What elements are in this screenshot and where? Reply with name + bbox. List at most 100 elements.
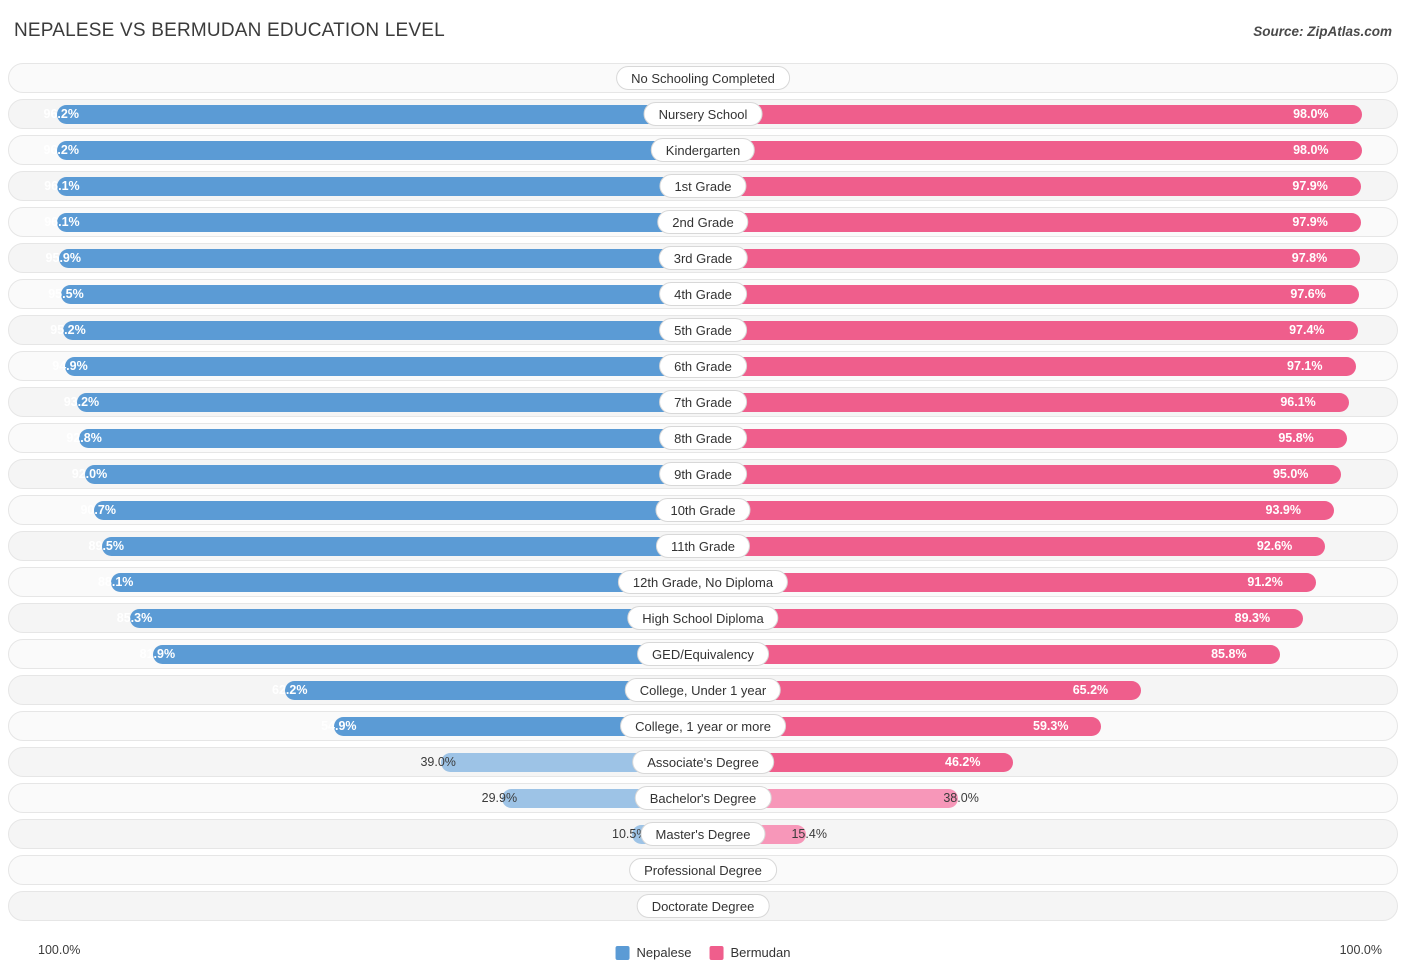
bar-nepalese bbox=[61, 285, 703, 304]
value-label-nepalese: 93.2% bbox=[63, 395, 100, 409]
bar-nepalese bbox=[65, 357, 703, 376]
chart-row: 3.8%2.1%No Schooling Completed bbox=[8, 60, 1398, 96]
value-label-nepalese: 89.5% bbox=[88, 539, 124, 553]
category-label: 8th Grade bbox=[659, 426, 747, 450]
page-title: NEPALESE VS BERMUDAN EDUCATION LEVEL bbox=[14, 20, 445, 41]
category-label: High School Diploma bbox=[627, 606, 779, 630]
category-label: Doctorate Degree bbox=[636, 894, 770, 918]
chart-row: 95.5% 97.6% 4th Grade bbox=[8, 276, 1398, 312]
legend-item-nepalese: Nepalese bbox=[615, 945, 692, 960]
value-label-bermudan: 91.2% bbox=[1247, 575, 1283, 589]
chart-row: 90.7% 93.9% 10th Grade bbox=[8, 492, 1398, 528]
value-label-bermudan: 97.9% bbox=[1292, 215, 1328, 229]
value-label-bermudan: 95.8% bbox=[1278, 431, 1314, 445]
value-label-bermudan: 15.4% bbox=[791, 827, 827, 841]
bar-nepalese bbox=[79, 429, 703, 448]
category-label: 10th Grade bbox=[655, 498, 751, 522]
value-label-nepalese: 92.0% bbox=[71, 467, 108, 481]
chart-footer: 100.0% Nepalese Bermudan 100.0% bbox=[0, 943, 1406, 967]
category-label: 2nd Grade bbox=[657, 210, 749, 234]
chart-row: 1.3%1.8%Doctorate Degree bbox=[8, 888, 1398, 924]
bar-bermudan bbox=[703, 249, 1361, 268]
bar-nepalese bbox=[57, 177, 703, 196]
chart-legend: Nepalese Bermudan bbox=[615, 945, 790, 960]
value-label-nepalese: 95.5% bbox=[48, 287, 84, 301]
category-label: Nursery School bbox=[643, 102, 763, 126]
value-label-bermudan: 95.0% bbox=[1272, 467, 1309, 481]
chart-row: 54.9% 59.3% College, 1 year or more bbox=[8, 708, 1398, 744]
chart-row: 92.8% 95.8% 8th Grade bbox=[8, 420, 1398, 456]
bar-nepalese bbox=[63, 321, 703, 340]
value-label-nepalese: 29.9% bbox=[481, 791, 518, 805]
value-label-nepalese: 39.0% bbox=[420, 755, 456, 769]
bar-nepalese bbox=[56, 105, 703, 124]
chart-row: 96.1% 97.9% 2nd Grade bbox=[8, 204, 1398, 240]
value-label-nepalese: 96.2% bbox=[43, 107, 79, 121]
bar-bermudan bbox=[703, 537, 1326, 556]
category-label: 7th Grade bbox=[659, 390, 747, 414]
chart-row: 92.0% 95.0% 9th Grade bbox=[8, 456, 1398, 492]
bar-bermudan bbox=[703, 141, 1362, 160]
chart-row: 85.3% 89.3% High School Diploma bbox=[8, 600, 1398, 636]
value-label-bermudan: 97.9% bbox=[1292, 179, 1328, 193]
category-label: Associate's Degree bbox=[632, 750, 774, 774]
bar-nepalese bbox=[58, 249, 703, 268]
chart-row: 29.9% 38.0% Bachelor's Degree bbox=[8, 780, 1398, 816]
value-label-nepalese: 94.9% bbox=[52, 359, 88, 373]
value-label-bermudan: 98.0% bbox=[1293, 143, 1329, 157]
bar-nepalese bbox=[110, 573, 703, 592]
bar-nepalese bbox=[56, 141, 703, 160]
bar-bermudan bbox=[703, 321, 1358, 340]
value-label-bermudan: 97.4% bbox=[1289, 323, 1325, 337]
value-label-nepalese: 88.1% bbox=[97, 575, 134, 589]
value-label-bermudan: 97.1% bbox=[1287, 359, 1323, 373]
category-label: Kindergarten bbox=[650, 138, 756, 162]
source-label: Source: ZipAtlas.com bbox=[1253, 24, 1392, 39]
value-label-nepalese: 95.2% bbox=[50, 323, 86, 337]
bar-nepalese bbox=[93, 501, 703, 520]
value-label-nepalese: 62.2% bbox=[272, 683, 308, 697]
value-label-nepalese: 92.8% bbox=[66, 431, 102, 445]
value-label-bermudan: 46.2% bbox=[945, 755, 981, 769]
bar-bermudan bbox=[703, 429, 1347, 448]
bar-nepalese bbox=[76, 393, 703, 412]
category-label: 9th Grade bbox=[659, 462, 747, 486]
chart-row: 94.9% 97.1% 6th Grade bbox=[8, 348, 1398, 384]
legend-label-nepalese: Nepalese bbox=[636, 945, 692, 960]
chart-row: 95.2% 97.4% 5th Grade bbox=[8, 312, 1398, 348]
category-label: 1st Grade bbox=[659, 174, 747, 198]
category-label: Master's Degree bbox=[640, 822, 766, 846]
category-label: 5th Grade bbox=[659, 318, 747, 342]
category-label: GED/Equivalency bbox=[637, 642, 769, 666]
bar-bermudan bbox=[703, 285, 1359, 304]
bar-nepalese bbox=[57, 213, 703, 232]
bar-bermudan bbox=[703, 609, 1304, 628]
value-label-bermudan: 89.3% bbox=[1234, 611, 1271, 625]
value-label-nepalese: 96.1% bbox=[44, 179, 80, 193]
bar-bermudan bbox=[703, 393, 1349, 412]
chart-row: 3.2%4.4%Professional Degree bbox=[8, 852, 1398, 888]
value-label-bermudan: 59.3% bbox=[1033, 719, 1069, 733]
bar-bermudan bbox=[703, 465, 1342, 484]
value-label-nepalese: 85.3% bbox=[116, 611, 153, 625]
value-label-bermudan: 92.6% bbox=[1256, 539, 1293, 553]
chart-row: 96.1% 97.9% 1st Grade bbox=[8, 168, 1398, 204]
bar-bermudan bbox=[703, 177, 1361, 196]
value-label-bermudan: 96.1% bbox=[1280, 395, 1316, 409]
bar-bermudan bbox=[703, 501, 1334, 520]
chart-row: 81.9% 85.8% GED/Equivalency bbox=[8, 636, 1398, 672]
category-label: 12th Grade, No Diploma bbox=[617, 570, 789, 594]
value-label-bermudan: 85.8% bbox=[1211, 647, 1247, 661]
axis-left-max: 100.0% bbox=[38, 943, 81, 957]
category-label: 4th Grade bbox=[659, 282, 747, 306]
category-label: College, Under 1 year bbox=[624, 678, 782, 702]
category-label: No Schooling Completed bbox=[616, 66, 790, 90]
category-label: 6th Grade bbox=[659, 354, 747, 378]
bar-bermudan bbox=[703, 213, 1361, 232]
legend-swatch-bermudan bbox=[709, 945, 724, 960]
value-label-nepalese: 96.1% bbox=[44, 215, 80, 229]
legend-swatch-nepalese bbox=[615, 945, 630, 960]
value-label-nepalese: 54.9% bbox=[321, 719, 357, 733]
chart-row: 93.2% 96.1% 7th Grade bbox=[8, 384, 1398, 420]
category-label: Bachelor's Degree bbox=[634, 786, 772, 810]
